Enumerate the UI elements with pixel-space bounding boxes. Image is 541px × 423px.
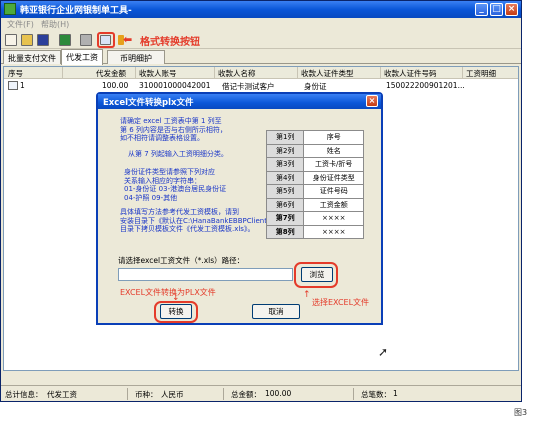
tab-maintenance[interactable]: 币明细护 — [107, 50, 165, 64]
dialog-title-bar: Excel文件转换plx文件 × — [98, 94, 381, 109]
status-bar: 总计信息： 代发工资 币种： 人民币 总金额： 100.00 总笔数： 1 — [1, 385, 521, 401]
status-amount-label: 总金额： — [231, 390, 261, 399]
info-line: 从第 7 列起输入工资明细分类。 — [128, 150, 228, 158]
path-label: 请选择excel工资文件（*.xls）路径： — [118, 256, 245, 265]
excel-path-input[interactable] — [118, 268, 293, 281]
tools-icon[interactable] — [80, 34, 92, 46]
cell-id-type: 身份证 — [304, 82, 327, 91]
mapping-row: 第7列 ×××× — [265, 211, 364, 226]
status-count-value: 1 — [393, 389, 398, 398]
close-button[interactable]: × — [505, 3, 518, 16]
open-folder-icon[interactable] — [21, 34, 33, 46]
excel-convert-dialog: Excel文件转换plx文件 × 请确定 excel 工资表中第 1 列至 第 … — [96, 92, 383, 325]
cell-name: 借记卡测试客户 — [222, 82, 275, 91]
status-count-label: 总笔数： — [361, 390, 391, 399]
info-line: 具体填写方法参考代发工资模板，请到 安装目录下《默认在C:\HanaBankEB… — [120, 208, 274, 233]
window-title: 韩亚银行企业网银制单工具- — [20, 6, 132, 16]
browse-button[interactable]: 浏览 — [301, 267, 333, 282]
excel-icon[interactable] — [59, 34, 71, 46]
select-annotation: 选择EXCEL文件 — [312, 298, 370, 307]
table-row[interactable]: 1 100.00 310001000042001 借记卡测试客户 身份证 150… — [4, 80, 518, 92]
new-file-icon[interactable] — [5, 34, 17, 46]
col-header[interactable]: 代发金额 — [96, 68, 126, 79]
cell-account: 310001000042001 — [139, 81, 211, 90]
col-header[interactable]: 收款人证件类型 — [301, 68, 354, 79]
mapping-row: 第5列 证件号码 — [265, 184, 364, 199]
mouse-cursor-icon: ➚ — [378, 345, 389, 359]
figure-caption: 图3 — [514, 408, 528, 417]
col-header[interactable]: 收款人账号 — [139, 68, 177, 79]
col-header[interactable]: 收款人名称 — [218, 68, 256, 79]
table-header: 序号 代发金额 收款人账号 收款人名称 收款人证件类型 收款人证件号码 工资明细 — [4, 67, 518, 79]
col-header[interactable]: 收款人证件号码 — [384, 68, 437, 79]
dialog-close-button[interactable]: × — [366, 95, 378, 107]
mapping-row: 第4列 身份证件类型 — [265, 170, 364, 185]
toolbar-annotation: 格式转换按钮 — [140, 37, 200, 48]
tab-batch-payment[interactable]: 批量支付文件 — [3, 50, 61, 64]
tab-payroll[interactable]: 代发工资 — [61, 49, 103, 65]
cell-id-number: 150022200901201... — [386, 81, 465, 90]
col-header[interactable]: 工资明细 — [466, 68, 496, 79]
menu-bar: 文件(F) 帮助(H) — [1, 18, 521, 31]
mapping-row: 第3列 工资卡/折号 — [265, 157, 364, 172]
convert-annotation: EXCEL文件转换为PLX文件 — [120, 288, 216, 297]
convert-button[interactable]: 转换 — [160, 304, 192, 319]
format-convert-highlight — [97, 32, 115, 48]
status-amount-value: 100.00 — [265, 389, 292, 398]
status-total-value: 代发工资 — [47, 390, 77, 399]
col-header[interactable]: 序号 — [8, 68, 23, 79]
column-mapping-table: 第1列 序号 第2列 姓名 第3列 工资卡/折号 第4列 身份证件类型 第5列 证件号码 … — [265, 130, 364, 239]
status-total-label: 总计信息： — [5, 390, 43, 399]
info-line: 身份证件类型请参照下列对应 关系输入相应的字符串： 01-身份证 03-港澳台居… — [124, 168, 227, 202]
mapping-row: 第2列 姓名 — [265, 143, 364, 158]
mapping-row: 第6列 工资金额 — [265, 197, 364, 212]
mapping-row: 第8列 ×××× — [265, 224, 364, 239]
mapping-row: 第1列 序号 — [265, 130, 364, 145]
cancel-button[interactable]: 取消 — [252, 304, 300, 319]
dialog-title: Excel文件转换plx文件 — [103, 98, 194, 108]
title-bar: 韩亚银行企业网银制单工具- _ □ × — [1, 1, 521, 18]
menu-file[interactable]: 文件(F) — [7, 19, 34, 30]
arrow-left-icon: ⬅ — [123, 33, 133, 46]
minimize-button[interactable]: _ — [475, 3, 488, 16]
app-icon — [4, 3, 16, 15]
toolbar: ⬅ 格式转换按钮 — [1, 31, 521, 49]
arrow-down-icon: ↓ — [172, 293, 180, 303]
cell-index: 1 — [20, 81, 25, 90]
menu-help[interactable]: 帮助(H) — [41, 19, 69, 30]
status-currency-label: 币种： — [135, 390, 158, 399]
save-icon[interactable] — [37, 34, 49, 46]
status-currency-value: 人民币 — [161, 390, 184, 399]
arrow-up-icon: ↑ — [303, 290, 311, 300]
tab-strip: 批量支付文件 代发工资 币明细护 — [1, 49, 521, 65]
info-line: 请确定 excel 工资表中第 1 列至 第 6 列内容是否与右侧所示相符， 如… — [120, 117, 227, 142]
maximize-button[interactable]: □ — [490, 3, 503, 16]
cell-amount: 100.00 — [102, 81, 129, 90]
document-icon — [8, 81, 18, 90]
